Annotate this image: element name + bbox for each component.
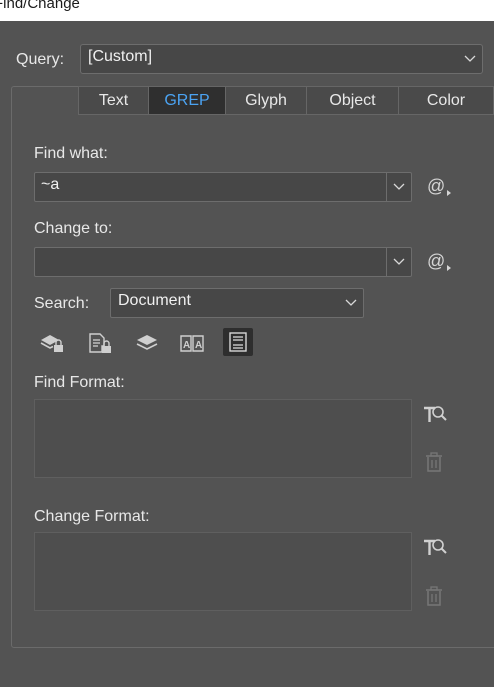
include-locked-stories-icon[interactable] xyxy=(85,329,115,357)
tab-object-label: Object xyxy=(329,91,376,109)
find-special-characters-icon[interactable]: @ xyxy=(427,176,455,200)
tab-color[interactable]: Color xyxy=(399,86,494,115)
window-titlebar: Find/Change xyxy=(0,0,494,21)
tab-glyph[interactable]: Glyph xyxy=(226,86,307,115)
tab-glyph-label: Glyph xyxy=(245,91,287,109)
svg-text:A: A xyxy=(195,340,202,351)
at-sign-icon: @ xyxy=(427,251,446,271)
tab-object[interactable]: Object xyxy=(307,86,399,115)
at-sign-icon: @ xyxy=(427,176,446,196)
query-dropdown[interactable]: [Custom] xyxy=(80,44,483,74)
trash-icon[interactable] xyxy=(423,585,449,609)
specify-change-format-icon[interactable] xyxy=(422,535,448,559)
change-format-label: Change Format: xyxy=(34,508,150,525)
find-what-input[interactable]: ~a xyxy=(34,172,412,202)
change-format-box[interactable] xyxy=(34,532,412,611)
find-what-value: ~a xyxy=(41,176,60,193)
change-to-input[interactable] xyxy=(34,247,412,277)
search-scope-value: Document xyxy=(118,292,191,309)
include-hidden-layers-icon[interactable] xyxy=(132,329,162,357)
include-master-pages-icon[interactable]: A A xyxy=(177,329,207,357)
chevron-down-icon xyxy=(345,299,357,309)
find-format-box[interactable] xyxy=(34,399,412,478)
flyout-arrow-icon xyxy=(447,265,451,271)
chevron-down-icon xyxy=(464,55,476,65)
change-to-separator xyxy=(386,248,387,276)
search-scope-dropdown[interactable]: Document xyxy=(110,288,364,318)
query-label: Query: xyxy=(16,51,65,68)
tab-bar: Text GREP Glyph Object Color xyxy=(78,86,494,115)
tab-text[interactable]: Text xyxy=(78,86,149,115)
svg-text:A: A xyxy=(183,340,190,351)
find-what-label: Find what: xyxy=(34,145,108,162)
flyout-arrow-icon xyxy=(447,190,451,196)
find-format-label: Find Format: xyxy=(34,374,125,391)
query-value: [Custom] xyxy=(88,48,153,65)
tab-text-label: Text xyxy=(98,91,129,109)
trash-icon[interactable] xyxy=(423,451,449,475)
chevron-down-icon[interactable] xyxy=(393,183,405,193)
window-title: Find/Change xyxy=(0,0,80,12)
chevron-down-icon[interactable] xyxy=(393,258,405,268)
tab-grep-label: GREP xyxy=(164,91,210,109)
specify-find-format-icon[interactable] xyxy=(422,402,448,426)
include-footnotes-icon[interactable] xyxy=(223,328,253,356)
tab-color-label: Color xyxy=(426,91,466,109)
include-locked-layers-icon[interactable] xyxy=(37,329,67,357)
find-what-separator xyxy=(386,173,387,201)
search-label: Search: xyxy=(34,295,90,312)
tab-grep[interactable]: GREP xyxy=(149,86,226,115)
change-special-characters-icon[interactable]: @ xyxy=(427,251,455,275)
change-to-label: Change to: xyxy=(34,220,113,237)
